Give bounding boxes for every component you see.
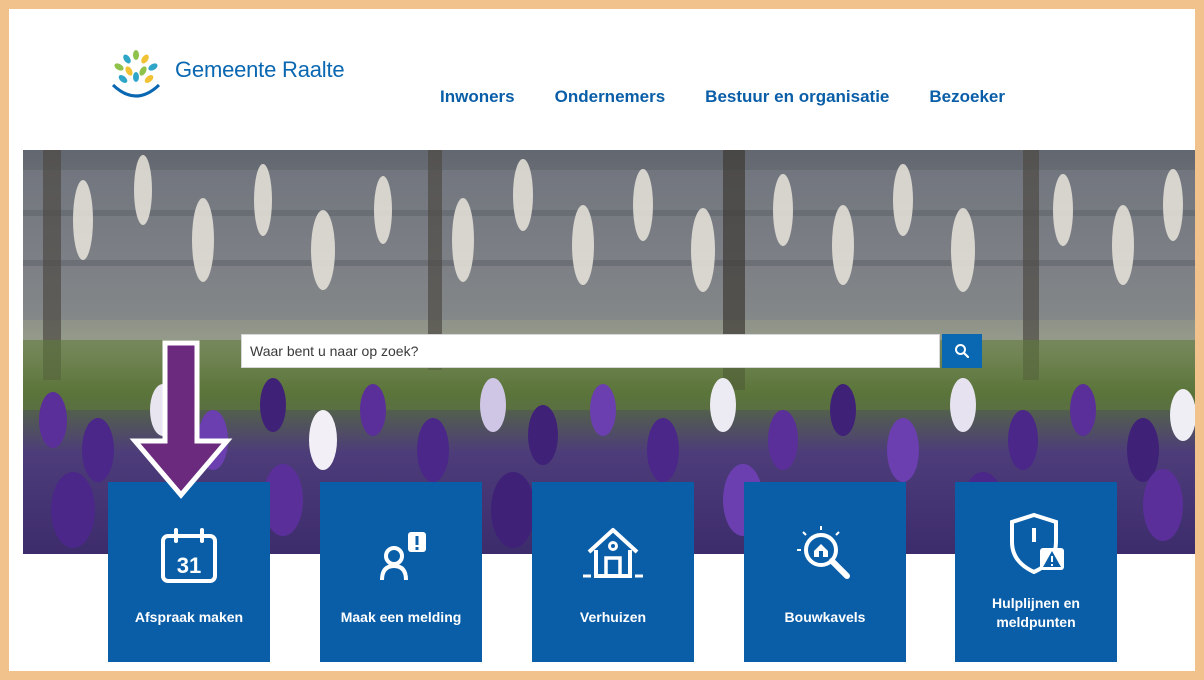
calendar-day: 31 [177,553,201,578]
search-icon [955,344,970,359]
tile-label: Bouwkavels [784,609,866,625]
logo-text: Gemeente Raalte [175,57,345,82]
nav-bezoeker[interactable]: Bezoeker [929,87,1005,107]
tile-label: Verhuizen [579,609,647,625]
tile-label: Maak een melding [340,609,462,625]
logo-icon [111,50,161,98]
search-button[interactable] [942,334,982,368]
tile-label-line1: Hulplijnen en [992,595,1080,611]
nav-ondernemers[interactable]: Ondernemers [555,87,666,107]
person-alert-icon [372,522,430,584]
shield-warning-icon [1006,512,1066,574]
tile-verhuizen[interactable]: Verhuizen [532,482,694,662]
nav-inwoners[interactable]: Inwoners [440,87,515,107]
tile-afspraak-maken[interactable]: 31 Afspraak maken [108,482,270,662]
main-navigation: Inwoners Ondernemers Bestuur en organisa… [440,87,1005,107]
tile-hulplijnen-en-meldpunten[interactable]: Hulplijnen en meldpunten [955,482,1117,662]
municipality-logo[interactable]: Gemeente Raalte [105,49,345,101]
page: Gemeente Raalte Inwoners Ondernemers Bes… [9,9,1195,671]
tile-maak-een-melding[interactable]: Maak een melding [320,482,482,662]
search-input[interactable] [241,334,940,368]
tile-label: Hulplijnen en meldpunten [992,594,1080,632]
nav-bestuur-en-organisatie[interactable]: Bestuur en organisatie [705,87,889,107]
tile-label-line2: meldpunten [996,614,1076,630]
annotation-arrow-icon [129,340,233,499]
calendar-icon: 31 [160,522,218,584]
tile-bouwkavels[interactable]: Bouwkavels [744,482,906,662]
tile-label: Afspraak maken [134,609,244,625]
house-icon [583,522,643,584]
magnifier-house-icon [795,522,855,584]
